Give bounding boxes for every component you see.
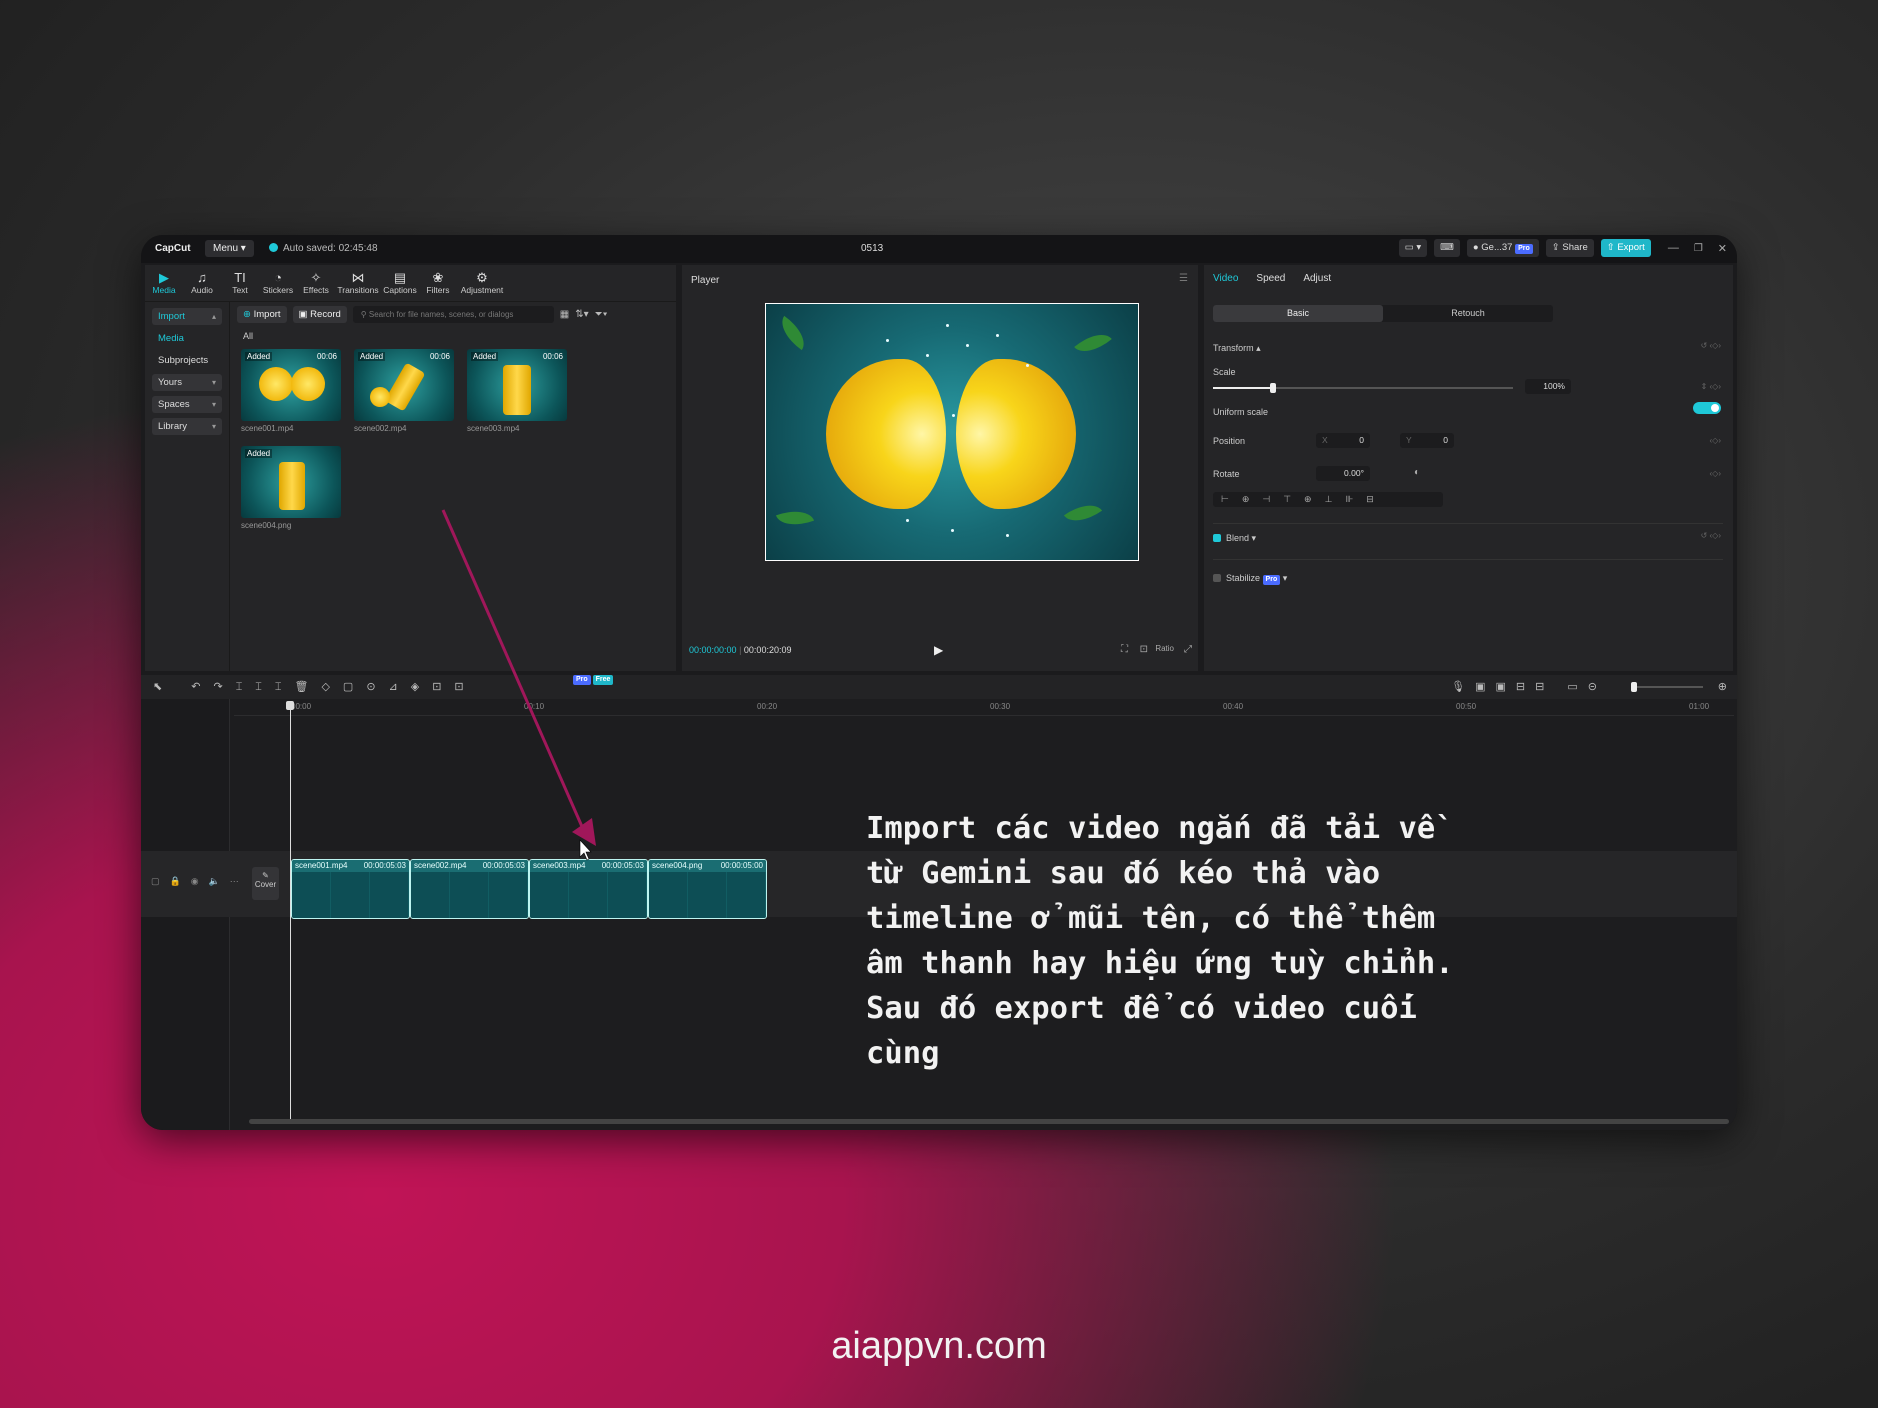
instruction-caption: Import các video ngắn đã tải về từ Gemin… (866, 811, 1454, 1071)
arrow-line (441, 509, 589, 839)
arrow-head (572, 818, 596, 846)
mouse-cursor-icon (579, 839, 592, 861)
website-footer: aiappvn.com (831, 1325, 1047, 1367)
annotation-arrow (441, 509, 596, 861)
